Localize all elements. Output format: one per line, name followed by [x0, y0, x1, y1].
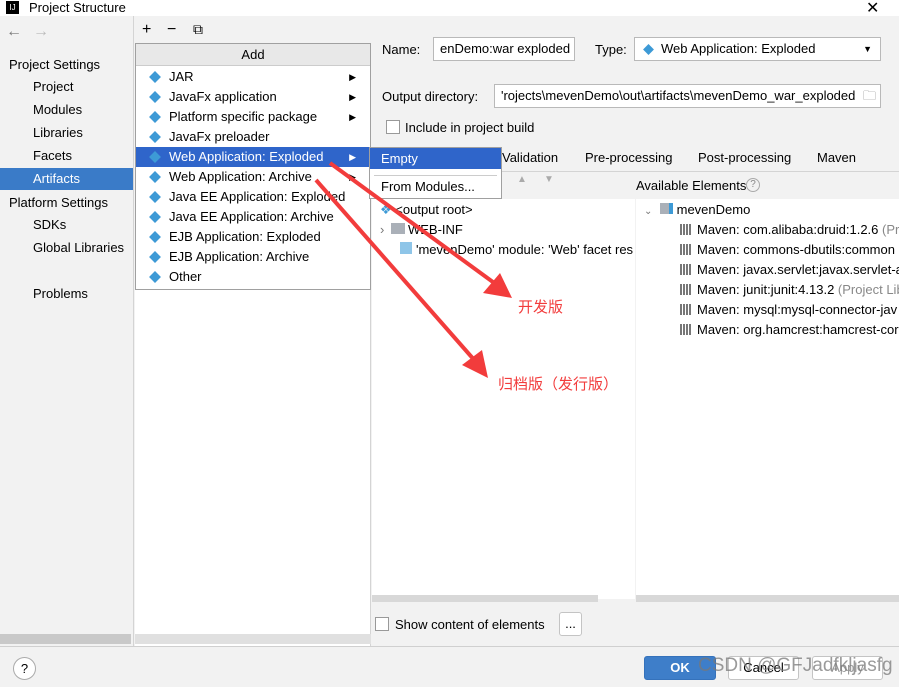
watermark: CSDN @GFJadfkljasfg: [698, 655, 893, 676]
arrow-archive-head: [462, 350, 488, 378]
annotation-archive-version: 归档版（发行版）: [498, 376, 619, 393]
arrow-archive-line: [314, 178, 478, 364]
annotation-dev-version: 开发版: [518, 299, 564, 316]
help-button[interactable]: ?: [13, 657, 36, 680]
annotation-arrows: [314, 161, 512, 378]
